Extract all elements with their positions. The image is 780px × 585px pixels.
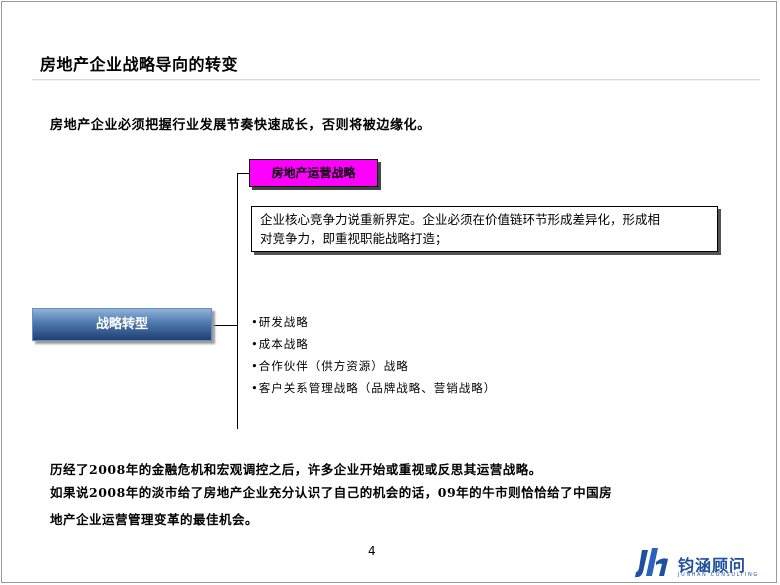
- logo-mark-icon: [635, 548, 668, 578]
- bullet-item: •合作伙伴（供方资源）战略: [251, 359, 409, 373]
- summary-line: 地产企业运营管理变革的最佳机会。: [50, 512, 259, 527]
- tree-branch-root-line: [212, 325, 238, 326]
- page-number: 4: [368, 544, 376, 558]
- company-logo: 钧涵顾问 JUNHAN CONSULTING: [632, 546, 772, 580]
- bullet-item: •研发战略: [251, 315, 309, 329]
- description-line: 企业核心竞争力说重新界定。企业必须在价值链环节形成差异化，形成相: [260, 212, 661, 227]
- summary-line: 历经了2008年的金融危机和宏观调控之后，许多企业开始或重视或反思其运营战略。: [50, 462, 542, 477]
- summary-line: 如果说2008年的淡市给了房地产企业充分认识了自己的机会的话，09年的牛市则恰恰…: [50, 485, 613, 500]
- title-divider: [32, 79, 760, 80]
- bullet-item: •成本战略: [251, 337, 309, 351]
- intro-text: 房地产企业必须把握行业发展节奏快速成长，否则将被边缘化。: [50, 118, 431, 133]
- description-box: 企业核心竞争力说重新界定。企业必须在价值链环节形成差异化，形成相 对竞争力，即重…: [251, 206, 718, 252]
- strategy-bullet-list: •研发战略 •成本战略 •合作伙伴（供方资源）战略 •客户关系管理战略（品牌战略…: [251, 314, 496, 402]
- logo-subtext: JUNHAN CONSULTING: [678, 572, 759, 578]
- operations-strategy-node: 房地产运营战略: [249, 159, 378, 187]
- strategy-transformation-node: 战略转型: [32, 308, 212, 341]
- page-title: 房地产企业战略导向的转变: [40, 55, 239, 74]
- tree-trunk-line: [237, 173, 238, 429]
- summary-text: 历经了2008年的金融危机和宏观调控之后，许多企业开始或重视或反思其运营战略。 …: [50, 462, 612, 535]
- description-line: 对竞争力，即重视职能战略打造；: [260, 231, 448, 246]
- bullet-item: •客户关系管理战略（品牌战略、营销战略）: [251, 381, 497, 395]
